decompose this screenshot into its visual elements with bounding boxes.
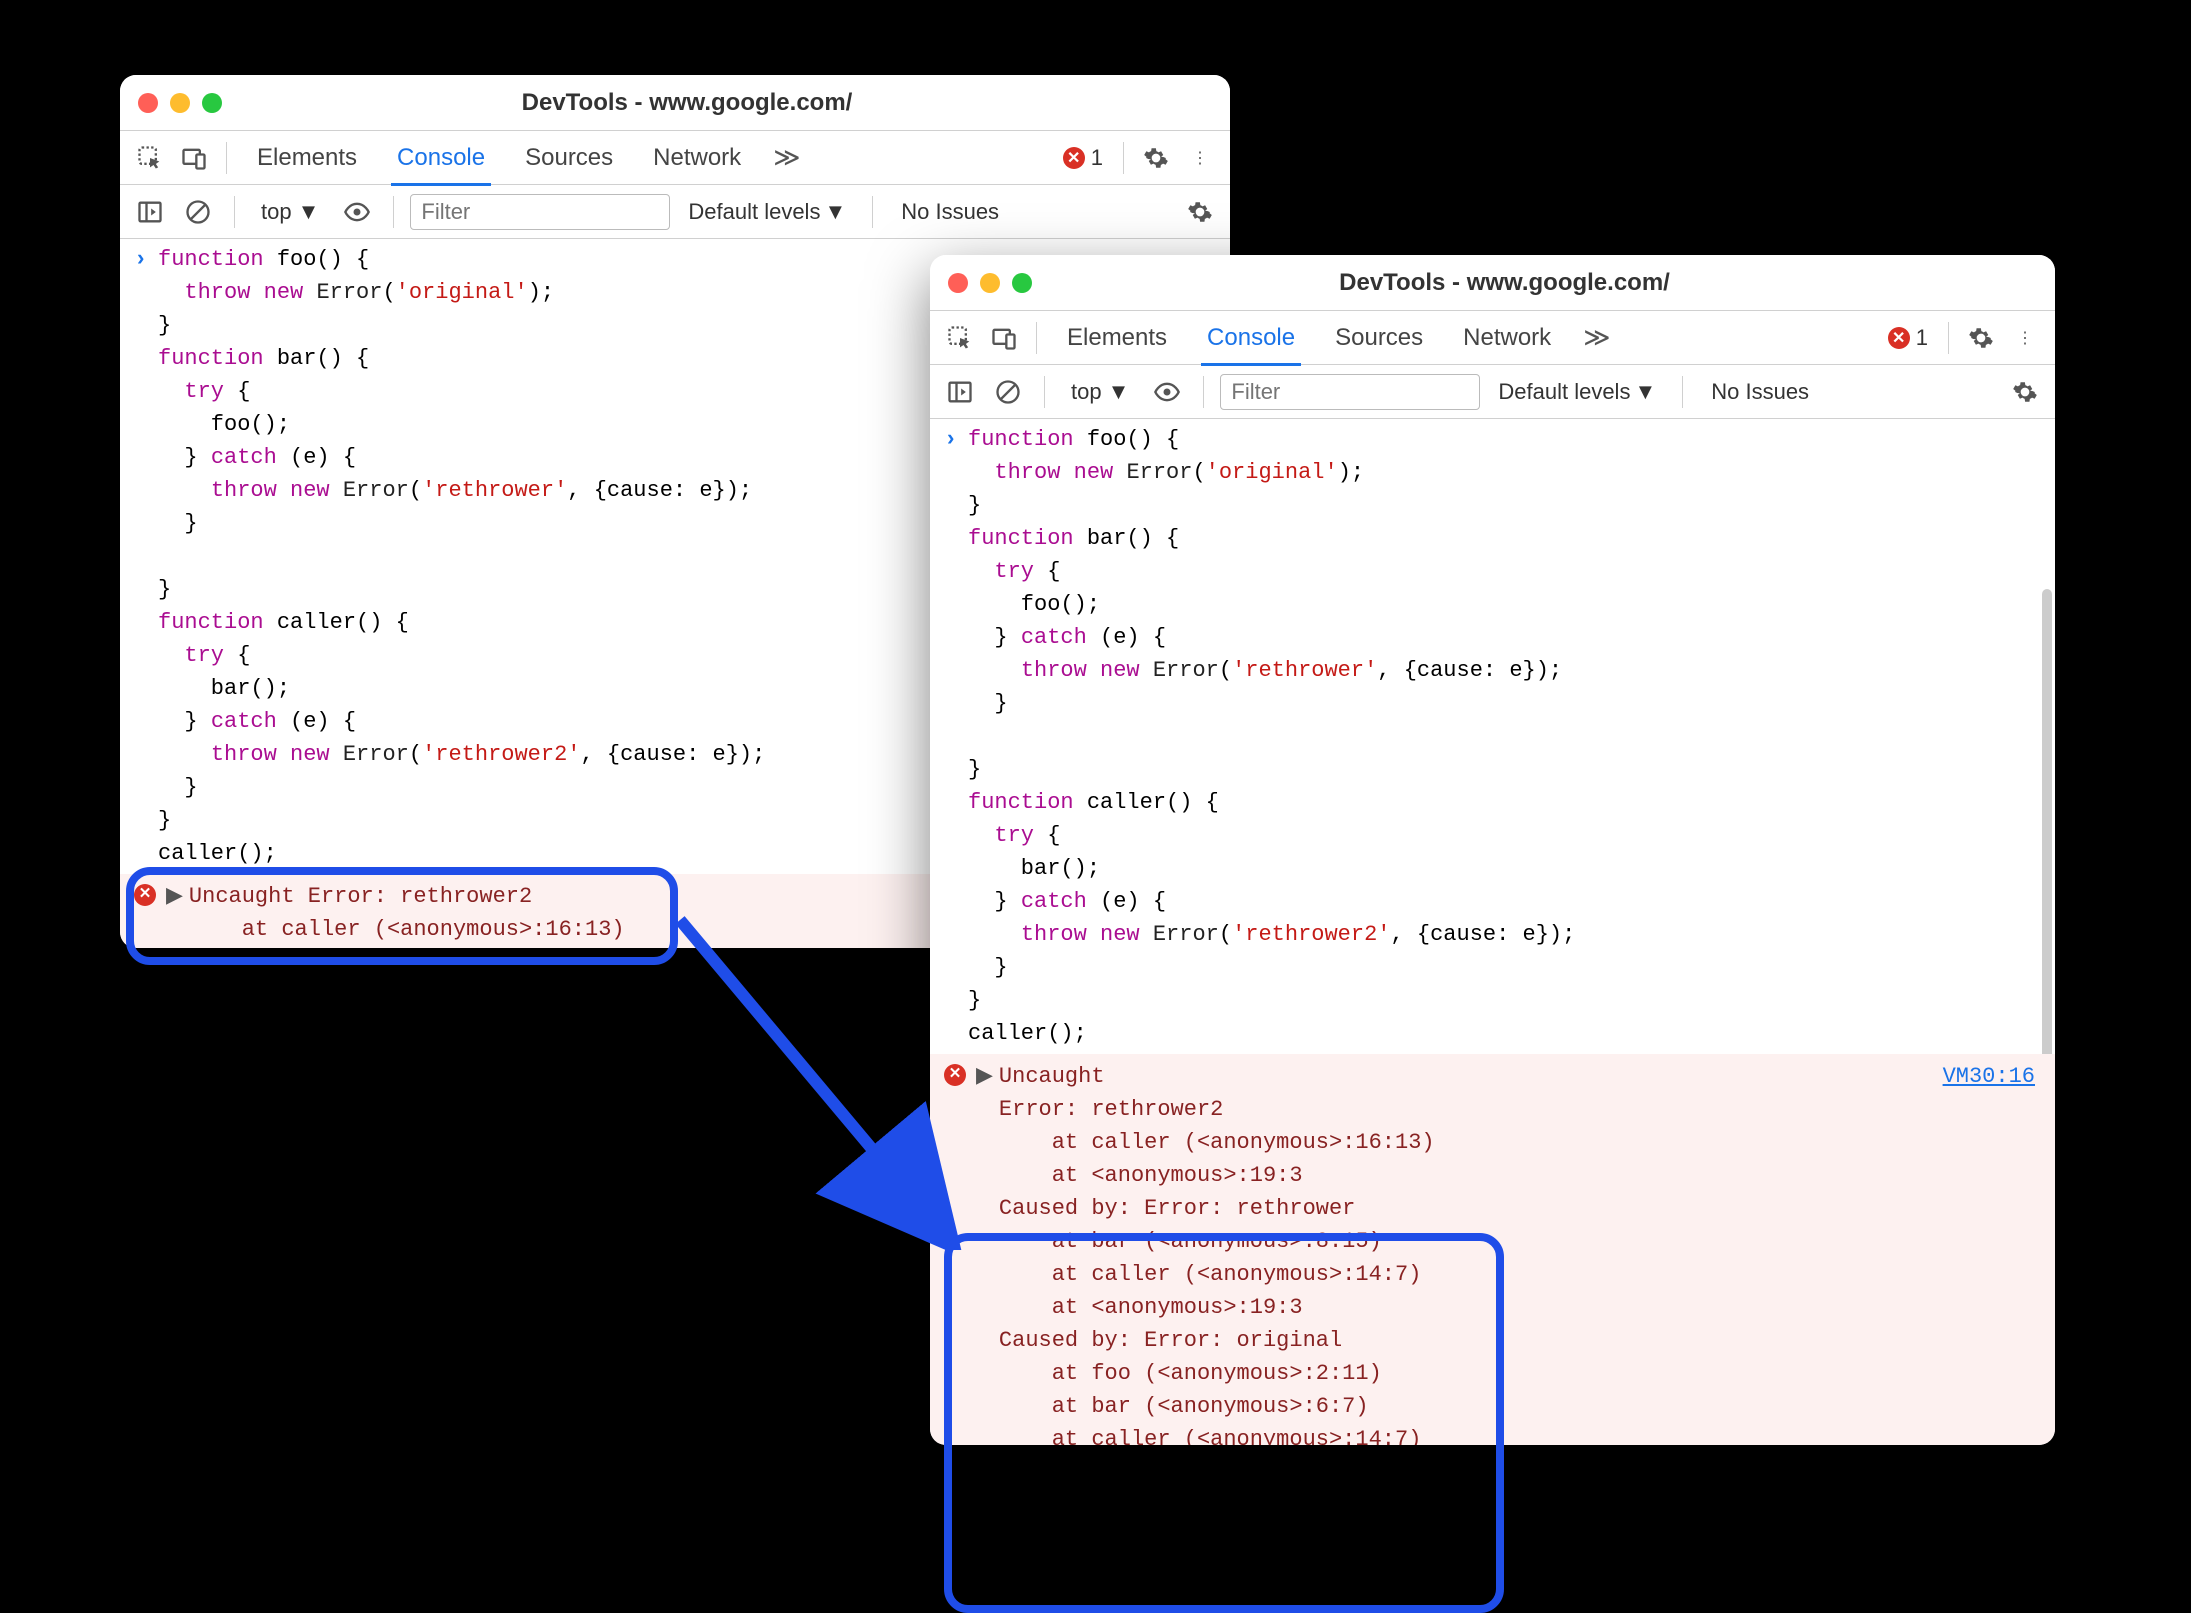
dropdown-icon: ▼	[824, 199, 846, 225]
more-tabs-icon[interactable]: ≫	[1573, 322, 1620, 353]
console-settings-gear-icon[interactable]	[2005, 372, 2045, 412]
tab-network[interactable]: Network	[1445, 311, 1569, 365]
dropdown-icon: ▼	[1108, 379, 1130, 405]
close-button[interactable]	[948, 273, 968, 293]
more-tabs-icon[interactable]: ≫	[763, 142, 810, 173]
context-label: top	[1071, 379, 1102, 405]
settings-gear-icon[interactable]	[1961, 318, 2001, 358]
separator	[1044, 376, 1045, 408]
levels-dropdown[interactable]: Default levels ▼	[678, 199, 856, 225]
settings-gear-icon[interactable]	[1136, 138, 1176, 178]
separator	[1203, 376, 1204, 408]
error-source-link[interactable]: VM30:16	[1943, 1060, 2041, 1445]
traffic-lights	[138, 93, 222, 113]
window-title: DevTools - www.google.com/	[222, 89, 1152, 117]
console-body[interactable]: › function foo() { throw new Error('orig…	[930, 419, 2055, 1445]
separator	[1123, 142, 1124, 174]
tabbar: Elements Console Sources Network ≫ ✕ 1 ⋮	[120, 131, 1230, 185]
context-selector[interactable]: top ▼	[1061, 379, 1139, 405]
clear-console-icon[interactable]	[178, 192, 218, 232]
device-toolbar-icon[interactable]	[174, 138, 214, 178]
minimize-button[interactable]	[170, 93, 190, 113]
error-count: 1	[1916, 325, 1928, 351]
inspect-icon[interactable]	[940, 318, 980, 358]
clear-console-icon[interactable]	[988, 372, 1028, 412]
prompt-icon: ›	[944, 423, 968, 1050]
error-icon: ✕	[134, 884, 156, 906]
tab-sources[interactable]: Sources	[507, 131, 631, 185]
titlebar: DevTools - www.google.com/	[930, 255, 2055, 311]
traffic-lights	[948, 273, 1032, 293]
minimize-button[interactable]	[980, 273, 1000, 293]
window-title: DevTools - www.google.com/	[1032, 269, 1977, 297]
levels-dropdown[interactable]: Default levels ▼	[1488, 379, 1666, 405]
filter-input[interactable]	[1220, 374, 1480, 410]
more-options-icon[interactable]: ⋮	[2005, 318, 2045, 358]
dropdown-icon: ▼	[298, 199, 320, 225]
zoom-button[interactable]	[202, 93, 222, 113]
console-input-entry: › function foo() { throw new Error('orig…	[930, 419, 2055, 1054]
code-block: function foo() { throw new Error('origin…	[968, 423, 2041, 1050]
close-button[interactable]	[138, 93, 158, 113]
console-toolbar: top ▼ Default levels ▼ No Issues	[120, 185, 1230, 239]
tab-console[interactable]: Console	[1189, 311, 1313, 365]
error-icon: ✕	[1888, 327, 1910, 349]
comparison-arrow	[670, 900, 970, 1250]
error-icon: ✕	[944, 1064, 966, 1086]
levels-label: Default levels	[1498, 379, 1630, 405]
tab-console[interactable]: Console	[379, 131, 503, 185]
devtools-window-after: DevTools - www.google.com/ Elements Cons…	[930, 255, 2055, 1445]
inspect-icon[interactable]	[130, 138, 170, 178]
console-toolbar: top ▼ Default levels ▼ No Issues	[930, 365, 2055, 419]
error-count: 1	[1091, 145, 1103, 171]
dropdown-icon: ▼	[1634, 379, 1656, 405]
tab-sources[interactable]: Sources	[1317, 311, 1441, 365]
live-expression-icon[interactable]	[1147, 372, 1187, 412]
tab-elements[interactable]: Elements	[1049, 311, 1185, 365]
context-label: top	[261, 199, 292, 225]
error-count-badge[interactable]: ✕ 1	[1880, 325, 1936, 351]
live-expression-icon[interactable]	[337, 192, 377, 232]
levels-label: Default levels	[688, 199, 820, 225]
separator	[226, 142, 227, 174]
sidebar-toggle-icon[interactable]	[940, 372, 980, 412]
expand-icon[interactable]: ▶	[976, 1060, 993, 1445]
filter-input[interactable]	[410, 194, 670, 230]
console-settings-gear-icon[interactable]	[1180, 192, 1220, 232]
tabbar: Elements Console Sources Network ≫ ✕ 1 ⋮	[930, 311, 2055, 365]
separator	[393, 196, 394, 228]
separator	[234, 196, 235, 228]
tab-elements[interactable]: Elements	[239, 131, 375, 185]
separator	[872, 196, 873, 228]
separator	[1036, 322, 1037, 354]
error-count-badge[interactable]: ✕ 1	[1055, 145, 1111, 171]
titlebar: DevTools - www.google.com/	[120, 75, 1230, 131]
zoom-button[interactable]	[1012, 273, 1032, 293]
error-text: Uncaught Error: rethrower2 at caller (<a…	[999, 1060, 1943, 1445]
sidebar-toggle-icon[interactable]	[130, 192, 170, 232]
error-message-row[interactable]: ✕ ▶ Uncaught Error: rethrower2 at caller…	[930, 1054, 2055, 1445]
prompt-icon: ›	[134, 243, 158, 870]
issues-label: No Issues	[889, 199, 1011, 225]
context-selector[interactable]: top ▼	[251, 199, 329, 225]
issues-label: No Issues	[1699, 379, 1821, 405]
device-toolbar-icon[interactable]	[984, 318, 1024, 358]
separator	[1682, 376, 1683, 408]
separator	[1948, 322, 1949, 354]
more-options-icon[interactable]: ⋮	[1180, 138, 1220, 178]
tab-network[interactable]: Network	[635, 131, 759, 185]
expand-icon[interactable]: ▶	[166, 880, 183, 948]
error-icon: ✕	[1063, 147, 1085, 169]
